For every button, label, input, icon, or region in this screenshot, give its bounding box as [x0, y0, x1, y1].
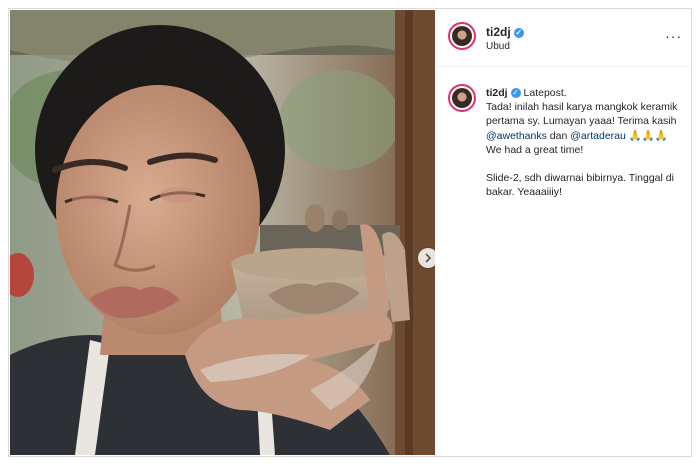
avatar[interactable]	[448, 22, 476, 50]
caption-avatar[interactable]	[448, 84, 476, 112]
caption-text: We had a great time!	[486, 143, 584, 156]
woman-holding-clay-cup-photo	[10, 10, 435, 455]
caption-text: dan	[549, 129, 568, 142]
post-caption: ti2dj ✓ Latepost. Tada! inilah hasil kary…	[486, 86, 686, 199]
prayer-hands-emoji: 🙏🙏🙏	[628, 129, 668, 142]
chevron-right-icon	[425, 253, 432, 263]
location-link[interactable]: Ubud	[486, 41, 510, 52]
username-link[interactable]: ti2dj	[486, 25, 511, 39]
post-image[interactable]	[10, 10, 435, 455]
mention-link[interactable]: @awethanks	[486, 130, 547, 142]
verified-badge-icon: ✓	[510, 88, 521, 98]
more-options-button[interactable]: ···	[665, 28, 682, 44]
post-header: ti2dj ✓ Ubud ···	[436, 10, 690, 67]
post-side-panel: ti2dj ✓ Ubud ··· ti2dj ✓ Latepost. Tada! i…	[436, 10, 690, 455]
next-slide-button[interactable]	[418, 248, 435, 268]
mention-link[interactable]: @artaderau	[570, 130, 626, 142]
caption-text: Slide-2, sdh diwarnai bibirnya. Tinggal …	[486, 172, 674, 199]
caption-username-link[interactable]: ti2dj	[486, 87, 508, 99]
caption-text: Latepost.	[523, 87, 567, 99]
caption-text: Tada! inilah hasil karya mangkok keramik…	[486, 101, 678, 128]
verified-badge-icon: ✓	[513, 28, 524, 38]
